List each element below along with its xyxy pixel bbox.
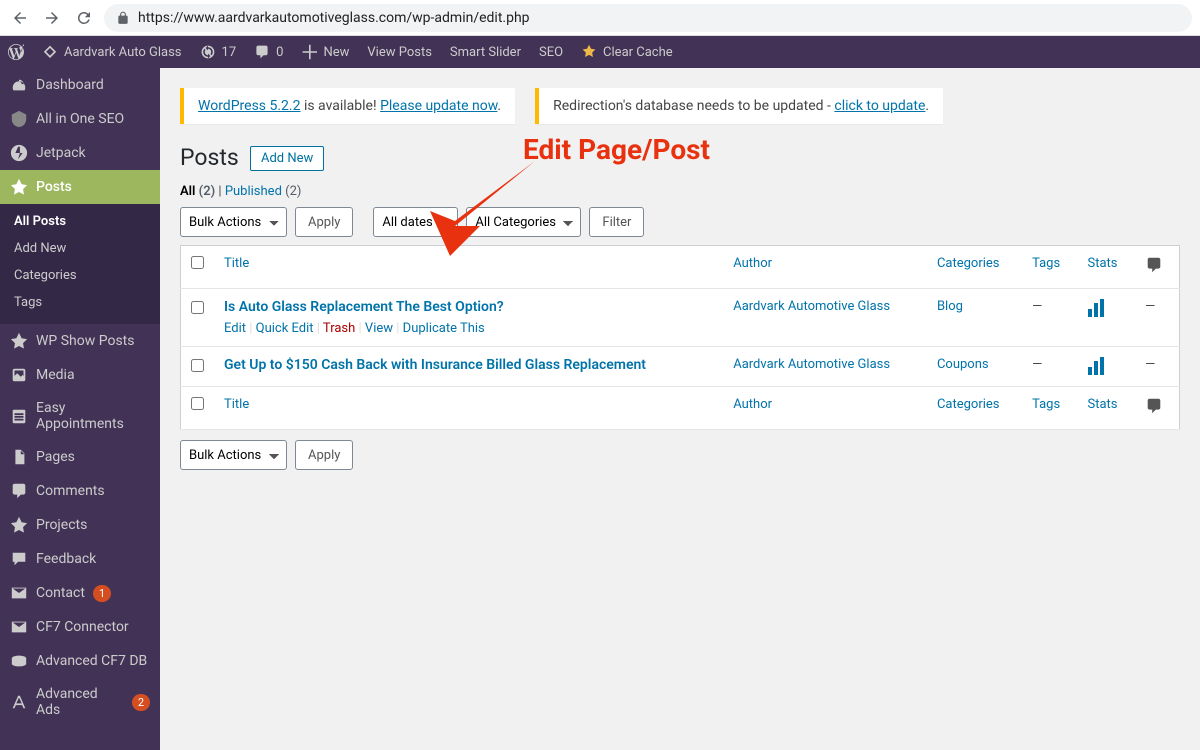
col-author: Author — [723, 246, 927, 289]
category-link[interactable]: Coupons — [937, 357, 989, 372]
clear-cache-link[interactable]: Clear Cache — [581, 44, 673, 60]
redirection-notice: Redirection's database needs to be updat… — [535, 88, 943, 124]
wp-logo[interactable] — [8, 44, 24, 60]
apply-button[interactable]: Apply — [295, 207, 353, 237]
update-now-link[interactable]: Please update now — [380, 98, 497, 114]
col-tags-foot: Tags — [1022, 387, 1077, 430]
tablenav-bottom: Bulk Actions Apply — [180, 440, 1180, 470]
apply-button-bottom[interactable]: Apply — [295, 440, 353, 470]
filter-button[interactable]: Filter — [589, 207, 644, 237]
ads-badge: 2 — [132, 694, 150, 711]
select-all-checkbox-foot[interactable] — [191, 397, 204, 410]
sidebar-item-cf7-connector[interactable]: CF7 Connector — [0, 610, 160, 644]
filter-all[interactable]: All (2) — [180, 184, 215, 199]
browser-bar: https://www.aardvarkautomotiveglass.com/… — [0, 0, 1200, 36]
bulk-actions-select[interactable]: Bulk Actions — [180, 207, 287, 237]
sidebar-item-contact[interactable]: Contact 1 — [0, 576, 160, 610]
admin-sidebar: Dashboard All in One SEO Jetpack Posts A… — [0, 68, 160, 750]
table-row: Is Auto Glass Replacement The Best Optio… — [181, 289, 1180, 347]
col-title-foot[interactable]: Title — [214, 387, 723, 430]
date-filter-select[interactable]: All dates — [373, 207, 458, 237]
stats-icon[interactable] — [1088, 357, 1126, 375]
seo-link[interactable]: SEO — [539, 45, 563, 60]
bulk-actions-select-bottom[interactable]: Bulk Actions — [180, 440, 287, 470]
annotation-label: Edit Page/Post — [523, 133, 710, 166]
quick-edit-link[interactable]: Quick Edit — [256, 321, 314, 336]
url-bar[interactable]: https://www.aardvarkautomotiveglass.com/… — [104, 4, 1192, 32]
lock-icon — [116, 11, 130, 25]
submenu-categories[interactable]: Categories — [0, 262, 160, 289]
forward-button[interactable] — [40, 6, 64, 30]
table-row: Get Up to $150 Cash Back with Insurance … — [181, 347, 1180, 387]
row-checkbox[interactable] — [191, 301, 204, 314]
updates-link[interactable]: 17 — [200, 44, 237, 60]
trash-link[interactable]: Trash — [323, 321, 355, 336]
col-tags: Tags — [1022, 246, 1077, 289]
sidebar-item-feedback[interactable]: Feedback — [0, 542, 160, 576]
sidebar-item-aioseo[interactable]: All in One SEO — [0, 102, 160, 136]
content-area: WordPress 5.2.2 is available! Please upd… — [160, 68, 1200, 750]
back-button[interactable] — [8, 6, 32, 30]
col-stats: Stats — [1078, 246, 1136, 289]
sidebar-item-wp-show-posts[interactable]: WP Show Posts — [0, 324, 160, 358]
smart-slider-link[interactable]: Smart Slider — [450, 45, 521, 60]
comments-cell: — — [1135, 347, 1179, 387]
sidebar-item-comments[interactable]: Comments — [0, 474, 160, 508]
tags-cell: — — [1022, 289, 1077, 347]
submenu-add-new[interactable]: Add New — [0, 235, 160, 262]
sidebar-item-jetpack[interactable]: Jetpack — [0, 136, 160, 170]
post-title-link[interactable]: Get Up to $150 Cash Back with Insurance … — [224, 357, 646, 373]
sidebar-item-pages[interactable]: Pages — [0, 440, 160, 474]
submenu-tags[interactable]: Tags — [0, 289, 160, 316]
post-title-link[interactable]: Is Auto Glass Replacement The Best Optio… — [224, 299, 504, 315]
author-link[interactable]: Aardvark Automotive Glass — [733, 357, 890, 372]
url-text: https://www.aardvarkautomotiveglass.com/… — [138, 10, 530, 26]
new-link[interactable]: New — [301, 44, 349, 60]
status-filters: All (2) | Published (2) — [180, 184, 1180, 199]
comments-cell: — — [1135, 289, 1179, 347]
category-link[interactable]: Blog — [937, 299, 963, 314]
col-categories-foot: Categories — [927, 387, 1022, 430]
comments-link[interactable]: 0 — [254, 44, 283, 60]
category-filter-select[interactable]: All Categories — [466, 207, 581, 237]
wp-adminbar: Aardvark Auto Glass 17 0 New View Posts … — [0, 36, 1200, 68]
duplicate-link[interactable]: Duplicate This — [403, 321, 485, 336]
author-link[interactable]: Aardvark Automotive Glass — [733, 299, 890, 314]
sidebar-item-projects[interactable]: Projects — [0, 508, 160, 542]
col-comments-foot — [1135, 387, 1179, 430]
col-author-foot: Author — [723, 387, 927, 430]
sidebar-item-easy-appointments[interactable]: Easy Appointments — [0, 392, 160, 440]
posts-table: Title Author Categories Tags Stats Is Au… — [180, 245, 1180, 430]
col-categories: Categories — [927, 246, 1022, 289]
sidebar-item-advanced-ads[interactable]: Advanced Ads 2 — [0, 678, 160, 726]
filter-published[interactable]: Published (2) — [225, 184, 302, 199]
view-posts-link[interactable]: View Posts — [367, 45, 432, 60]
wp-version-link[interactable]: WordPress 5.2.2 — [198, 98, 300, 114]
sidebar-item-dashboard[interactable]: Dashboard — [0, 68, 160, 102]
view-link[interactable]: View — [365, 321, 393, 336]
edit-link[interactable]: Edit — [224, 321, 246, 336]
add-new-button[interactable]: Add New — [250, 146, 324, 171]
select-all-checkbox[interactable] — [191, 256, 204, 269]
tablenav-top: Bulk Actions Apply All dates All Categor… — [180, 207, 1180, 237]
tags-cell: — — [1022, 347, 1077, 387]
update-notice: WordPress 5.2.2 is available! Please upd… — [180, 88, 515, 124]
posts-submenu: All Posts Add New Categories Tags — [0, 204, 160, 324]
submenu-all-posts[interactable]: All Posts — [0, 208, 160, 235]
row-checkbox[interactable] — [191, 359, 204, 372]
sidebar-item-media[interactable]: Media — [0, 358, 160, 392]
page-title: Posts — [180, 144, 239, 171]
col-stats-foot: Stats — [1078, 387, 1136, 430]
site-name-link[interactable]: Aardvark Auto Glass — [42, 44, 182, 60]
sidebar-item-advanced-cf7-db[interactable]: Advanced CF7 DB — [0, 644, 160, 678]
redirection-update-link[interactable]: click to update — [834, 98, 925, 114]
sidebar-item-posts[interactable]: Posts — [0, 170, 160, 204]
reload-button[interactable] — [72, 6, 96, 30]
col-comments — [1135, 246, 1179, 289]
col-title[interactable]: Title — [214, 246, 723, 289]
stats-icon[interactable] — [1088, 299, 1126, 317]
contact-badge: 1 — [93, 585, 111, 602]
row-actions: Edit | Quick Edit | Trash | View | Dupli… — [224, 321, 713, 336]
